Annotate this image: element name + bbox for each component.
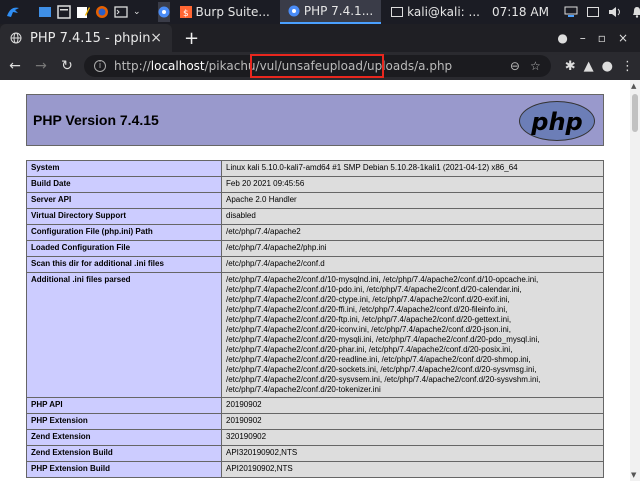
table-row: Virtual Directory Support disabled	[26, 208, 604, 225]
keyboard-icon[interactable]	[585, 4, 601, 20]
new-tab-button[interactable]: +	[184, 28, 199, 49]
phpinfo-table: System Linux kali 5.10.0-kali7-amd64 #1 S…	[26, 160, 604, 478]
back-arrow-icon[interactable]: ←	[4, 58, 26, 74]
tab-phpinfo[interactable]: PHP 7.4.15 - phpinfo() ×	[0, 24, 172, 52]
reload-icon[interactable]: ↻	[56, 58, 78, 74]
row-key: PHP Extension	[26, 413, 222, 430]
row-value: /etc/php/7.4/apache2/conf.d/10-mysqlnd.i…	[221, 272, 604, 398]
row-key: Configuration File (php.ini) Path	[26, 224, 222, 241]
row-value: Apache 2.0 Handler	[221, 192, 604, 209]
close-icon[interactable]: ×	[150, 30, 162, 46]
chrome-icon	[288, 5, 300, 17]
table-row: PHP API 20190902	[26, 397, 604, 414]
svg-text:$: $	[183, 9, 189, 18]
row-key: PHP Extension Build	[26, 461, 222, 478]
row-key: Scan this dir for additional .ini files	[26, 256, 222, 273]
info-icon[interactable]: i	[94, 60, 106, 72]
chevron-down-icon[interactable]: ⌄	[133, 4, 141, 20]
php-logo-mark: php	[530, 108, 582, 136]
table-row: PHP Extension 20190902	[26, 413, 604, 430]
browser-toolbar: ← → ↻ i http://localhost/pikachu/vul/uns…	[0, 52, 640, 80]
row-value: disabled	[221, 208, 604, 225]
row-value: 320190902	[221, 429, 604, 446]
scroll-thumb[interactable]	[632, 94, 638, 132]
row-value: Linux kali 5.10.0-kali7-amd64 #1 SMP Deb…	[221, 160, 604, 177]
table-row: System Linux kali 5.10.0-kali7-amd64 #1 S…	[26, 160, 604, 177]
menu-kebab-icon[interactable]: ⋮	[621, 59, 634, 74]
text-editor-icon[interactable]	[76, 4, 90, 20]
svg-text:php: php	[530, 108, 582, 136]
taskbar-task-label: kali@kali: ...	[407, 5, 480, 19]
lab-flask-icon[interactable]: ▲	[584, 59, 594, 74]
row-value: API20190902,NTS	[221, 461, 604, 478]
tab-title: PHP 7.4.15 - phpinfo()	[30, 30, 151, 46]
burp-icon: $	[179, 6, 192, 18]
volume-icon[interactable]	[607, 4, 623, 20]
maximize-icon[interactable]: ▫	[598, 31, 606, 45]
network-icon[interactable]	[563, 4, 579, 20]
row-value: Feb 20 2021 09:45:56	[221, 176, 604, 193]
tab-search-icon[interactable]: ●	[557, 31, 567, 45]
scroll-down-arrow-icon[interactable]: ▼	[631, 471, 636, 479]
row-value: 20190902	[221, 413, 604, 430]
table-row: PHP Extension Build API20190902,NTS	[26, 461, 604, 478]
table-row: Loaded Configuration File/etc/php/7.4/ap…	[26, 240, 604, 257]
row-key: Virtual Directory Support	[26, 208, 222, 225]
table-row: Zend Extension Build API320190902,NTS	[26, 445, 604, 462]
page-viewport: PHP Version 7.4.15 php System Linux kali …	[0, 80, 640, 481]
row-value: /etc/php/7.4/apache2/conf.d	[221, 256, 604, 273]
table-row: Scan this dir for additional .ini files /…	[26, 256, 604, 273]
kali-menu-icon[interactable]	[5, 4, 21, 20]
row-value: /etc/php/7.4/apache2/php.ini	[221, 240, 604, 257]
taskbar-task-browser[interactable]: PHP 7.4.1...	[279, 0, 382, 24]
row-key: Loaded Configuration File	[26, 240, 222, 257]
minimize-icon[interactable]: –	[580, 31, 586, 45]
taskbar-task-burp[interactable]: $ Burp Suite...	[179, 0, 270, 24]
profile-avatar-icon[interactable]: ●	[602, 59, 613, 74]
taskbar-task-terminal[interactable]: kali@kali: ...	[391, 0, 480, 24]
taskbar-task-label: Burp Suite...	[195, 5, 270, 19]
row-value: /etc/php/7.4/apache2	[221, 224, 604, 241]
close-window-icon[interactable]: ×	[618, 31, 628, 45]
workspace-chrome-icon[interactable]	[157, 2, 170, 22]
row-key: Additional .ini files parsed	[26, 272, 222, 398]
page-title: PHP Version 7.4.15	[33, 112, 159, 128]
row-value: API320190902,NTS	[221, 445, 604, 462]
row-key: Zend Extension Build	[26, 445, 222, 462]
phpinfo-content: PHP Version 7.4.15 php System Linux kali …	[26, 94, 604, 478]
row-key: Server API	[26, 192, 222, 209]
terminal-launcher-icon[interactable]	[114, 4, 128, 20]
php-logo[interactable]: php	[519, 101, 595, 141]
table-row: Additional .ini files parsed/etc/php/7.4…	[26, 272, 604, 398]
desktop-icon[interactable]	[38, 4, 52, 20]
notification-bell-icon[interactable]	[629, 4, 640, 20]
firefox-icon[interactable]	[95, 4, 109, 20]
zoom-icon[interactable]: ⊖	[510, 59, 520, 73]
scroll-up-arrow-icon[interactable]: ▲	[631, 82, 636, 90]
system-taskbar: ⌄ $ Burp Suite... PHP 7.4.1... kali@kali…	[0, 0, 640, 24]
file-manager-icon[interactable]	[57, 4, 71, 20]
row-value: 20190902	[221, 397, 604, 414]
table-row: Configuration File (php.ini) Path/etc/ph…	[26, 224, 604, 241]
url-text: http://localhost/pikachu/vul/unsafeuploa…	[114, 59, 453, 73]
browser-tab-strip: PHP 7.4.15 - phpinfo() × + ● – ▫ ×	[0, 24, 640, 52]
globe-icon	[10, 32, 22, 44]
bookmark-star-icon[interactable]: ☆	[530, 59, 541, 73]
taskbar-task-label: PHP 7.4.1...	[303, 4, 374, 18]
terminal-icon	[391, 7, 404, 17]
table-row: Build Date Feb 20 2021 09:45:56	[26, 176, 604, 193]
forward-arrow-icon[interactable]: →	[30, 58, 52, 74]
row-key: PHP API	[26, 397, 222, 414]
row-key: System	[26, 160, 222, 177]
table-row: Server API Apache 2.0 Handler	[26, 192, 604, 209]
address-bar[interactable]: i http://localhost/pikachu/vul/unsafeupl…	[84, 55, 551, 77]
table-row: Zend Extension 320190902	[26, 429, 604, 446]
clock[interactable]: 07:18 AM	[492, 5, 549, 19]
vertical-scrollbar[interactable]: ▲ ▼	[630, 80, 640, 481]
row-key: Zend Extension	[26, 429, 222, 446]
row-key: Build Date	[26, 176, 222, 193]
extensions-puzzle-icon[interactable]: ✱	[565, 59, 576, 74]
php-version-header: PHP Version 7.4.15 php	[26, 94, 604, 146]
system-tray	[557, 4, 640, 20]
